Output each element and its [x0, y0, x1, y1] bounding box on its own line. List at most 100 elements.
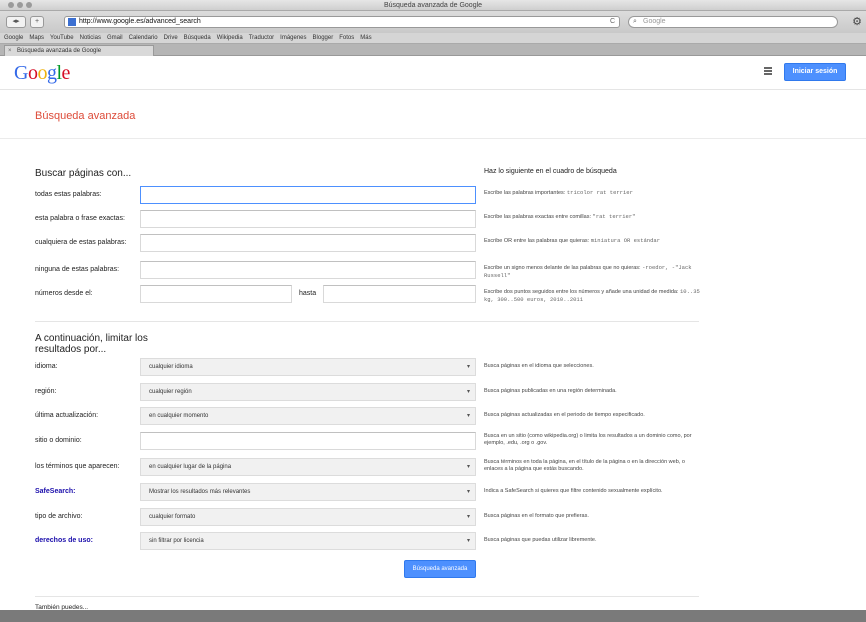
find-label: cualquiera de estas palabras:: [35, 239, 127, 246]
window-bottom-bar: [0, 610, 866, 622]
close-tab-icon[interactable]: ×: [8, 46, 12, 56]
range-to-label: hasta: [299, 290, 317, 297]
bookmark-item[interactable]: Blogger: [313, 35, 334, 41]
select-value: en cualquier momento: [149, 413, 209, 419]
narrow-select[interactable]: cualquier formato ▾: [140, 508, 476, 526]
hint-example: tricolor rat terrier: [566, 189, 633, 196]
hint-text: Escribe OR entre las palabras que quiera…: [484, 238, 590, 244]
narrow-label-link[interactable]: derechos de uso:: [35, 537, 93, 544]
select-value: sin filtrar por licencia: [149, 538, 204, 544]
gear-icon[interactable]: ⚙: [852, 15, 862, 28]
bookmark-item[interactable]: YouTube: [50, 35, 74, 41]
chevron-down-icon: ▾: [466, 389, 470, 395]
google-header: Google Iniciar sesión: [0, 56, 866, 90]
bookmark-item[interactable]: Wikipedia: [217, 35, 243, 41]
browser-toolbar: ◂▸ + http://www.google.es/advanced_searc…: [0, 11, 866, 33]
title-bar: Búsqueda avanzada de Google: [0, 0, 866, 11]
instructions-heading: Haz lo siguiente en el cuadro de búsqued…: [484, 168, 617, 175]
tab-bar: × Búsqueda avanzada de Google: [0, 44, 866, 56]
bookmarks-bar: Google Maps YouTube Noticias Gmail Calendario…: [0, 33, 866, 44]
window-controls[interactable]: [8, 2, 32, 8]
bookmark-item[interactable]: Google: [4, 35, 23, 41]
bookmark-item[interactable]: Maps: [29, 35, 44, 41]
find-label: esta palabra o frase exactas:: [35, 215, 125, 222]
narrow-label: región:: [35, 388, 57, 395]
google-logo[interactable]: Google: [14, 62, 70, 85]
bookmark-item[interactable]: Gmail: [107, 35, 123, 41]
tab-advanced-search[interactable]: × Búsqueda avanzada de Google: [4, 45, 154, 56]
forward-icon[interactable]: ▸: [16, 18, 20, 25]
select-value: en cualquier lugar de la página: [149, 464, 232, 470]
browser-search-placeholder: Google: [643, 18, 666, 25]
find-input[interactable]: [140, 186, 476, 204]
back-forward-button[interactable]: ◂▸: [6, 16, 26, 28]
hint-text: Escribe un signo menos delante de las pa…: [484, 265, 641, 271]
find-input[interactable]: [140, 234, 476, 252]
narrow-label: última actualización:: [35, 412, 99, 419]
hint-text: Escribe las palabras importantes:: [484, 190, 566, 196]
find-input[interactable]: [140, 261, 476, 279]
find-hint: Escribe las palabras importantes: tricol…: [484, 189, 704, 197]
range-to-input[interactable]: [323, 285, 476, 303]
narrow-select[interactable]: cualquier idioma ▾: [140, 358, 476, 376]
bookmark-item[interactable]: Búsqueda: [184, 35, 211, 41]
find-label: ninguna de estas palabras:: [35, 266, 120, 273]
narrow-hint: Indica a SafeSearch si quieres que filtr…: [484, 488, 663, 494]
add-tab-button[interactable]: +: [30, 16, 44, 28]
narrow-hint: Busca páginas en el idioma que seleccion…: [484, 363, 594, 369]
bookmark-item[interactable]: Drive: [164, 35, 178, 41]
find-hint: Escribe un signo menos delante de las pa…: [484, 264, 704, 280]
bookmark-item[interactable]: Imágenes: [280, 35, 306, 41]
narrow-select[interactable]: Mostrar los resultados más relevantes ▾: [140, 483, 476, 501]
chevron-down-icon: ▾: [466, 489, 470, 495]
bookmark-item[interactable]: Noticias: [80, 35, 101, 41]
bookmark-item[interactable]: Más: [360, 35, 371, 41]
find-label: números desde el:: [35, 290, 93, 297]
tab-label: Búsqueda avanzada de Google: [17, 48, 102, 54]
find-hint: Escribe OR entre las palabras que quiera…: [484, 237, 704, 245]
browser-window: Búsqueda avanzada de Google ◂▸ + http://…: [0, 0, 866, 622]
narrow-label: idioma:: [35, 363, 58, 370]
signin-button[interactable]: Iniciar sesión: [784, 63, 846, 81]
narrow-hint: Busca páginas publicadas en una región d…: [484, 388, 617, 394]
advanced-search-button[interactable]: Búsqueda avanzada: [404, 560, 476, 578]
close-icon[interactable]: [8, 2, 14, 8]
narrow-hint: Busca páginas en el formato que prefiera…: [484, 513, 589, 519]
select-value: cualquier formato: [149, 514, 196, 520]
bookmark-item[interactable]: Traductor: [249, 35, 274, 41]
find-hint: Escribe las palabras exactas entre comil…: [484, 213, 704, 221]
select-value: cualquier idioma: [149, 364, 193, 370]
bookmark-item[interactable]: Calendario: [129, 35, 158, 41]
site-favicon-icon: [68, 18, 76, 26]
apps-menu-icon[interactable]: [764, 67, 772, 76]
chevron-down-icon: ▾: [466, 413, 470, 419]
narrow-select[interactable]: en cualquier momento ▾: [140, 407, 476, 425]
page-title: Búsqueda avanzada: [35, 110, 136, 122]
zoom-icon[interactable]: [26, 2, 32, 8]
chevron-down-icon: ▾: [466, 464, 470, 470]
reload-icon[interactable]: C: [610, 17, 615, 27]
narrow-label: los términos que aparecen:: [35, 463, 120, 470]
site-domain-input[interactable]: [140, 432, 476, 450]
narrow-select[interactable]: sin filtrar por licencia ▾: [140, 532, 476, 550]
narrow-label-link[interactable]: SafeSearch:: [35, 488, 75, 495]
select-value: Mostrar los resultados más relevantes: [149, 489, 251, 495]
address-url: http://www.google.es/advanced_search: [79, 18, 201, 25]
narrow-hint: Busca páginas actualizadas en el periodo…: [484, 412, 645, 418]
hint-text: Escribe dos puntos seguidos entre los nú…: [484, 289, 679, 295]
browser-search-field[interactable]: ⌕ Google: [628, 16, 838, 28]
narrow-select[interactable]: cualquier región ▾: [140, 383, 476, 401]
narrow-label: tipo de archivo:: [35, 513, 83, 520]
divider: [0, 138, 866, 139]
narrow-label: sitio o dominio:: [35, 437, 82, 444]
address-bar[interactable]: http://www.google.es/advanced_search C: [64, 16, 620, 28]
footer-divider: [35, 596, 699, 597]
narrow-select[interactable]: en cualquier lugar de la página ▾: [140, 458, 476, 476]
narrow-hint: Busca en un sitio (como wikipedia.org) o…: [484, 433, 692, 446]
bookmark-item[interactable]: Fotos: [339, 35, 354, 41]
minimize-icon[interactable]: [17, 2, 23, 8]
find-input[interactable]: [140, 210, 476, 228]
find-hint: Escribe dos puntos seguidos entre los nú…: [484, 288, 704, 304]
find-input[interactable]: [140, 285, 292, 303]
find-pages-heading: Buscar páginas con...: [35, 168, 132, 179]
